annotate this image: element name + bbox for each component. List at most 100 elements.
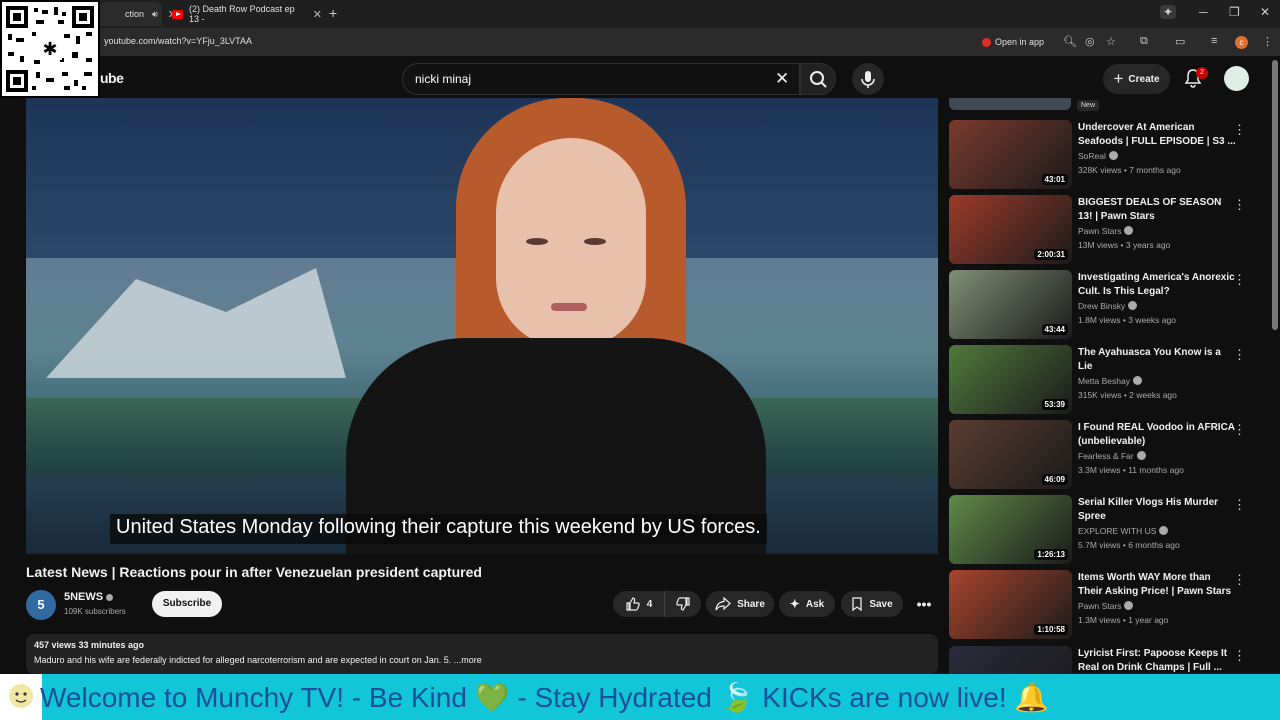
subscriber-count: 109K subscribers [64, 607, 126, 616]
video-thumbnail[interactable]: 43:01 [949, 120, 1072, 189]
speaker-icon[interactable]: 🔊︎ [152, 9, 158, 20]
video-player[interactable]: United States Monday following their cap… [26, 98, 938, 554]
close-tab-icon[interactable]: ✕ [313, 8, 322, 21]
recommended-video-card[interactable]: 53:39 The Ayahuasca You Know is a Lie Mett… [949, 345, 1249, 415]
mascot-icon [0, 674, 42, 720]
extensions-sparkle-icon[interactable]: ✦ [1160, 5, 1177, 19]
recommended-channel-name[interactable]: Drew Binsky [1078, 301, 1138, 311]
more-options-icon[interactable]: ⋮ [1233, 197, 1246, 213]
save-button[interactable]: Save [841, 591, 903, 617]
recommended-video-meta: 1.8M views • 3 weeks ago [1078, 315, 1176, 325]
tab-label: (2) Death Row Podcast ep 13 - [189, 4, 295, 24]
plus-icon: + [1113, 69, 1124, 88]
video-thumbnail[interactable]: 1:26:13 [949, 495, 1072, 564]
recommended-channel-name[interactable]: SoReal [1078, 151, 1118, 161]
maximize-icon[interactable]: ❐ [1229, 5, 1240, 19]
url-text[interactable]: youtube.com/watch?v=YFju_3LVTAA [104, 36, 252, 46]
more-options-icon[interactable]: ⋮ [1233, 497, 1246, 513]
recommended-video-card[interactable]: 43:01 Undercover At American Seafoods | F… [949, 120, 1249, 190]
video-thumbnail[interactable]: 46:09 [949, 420, 1072, 489]
channel-name[interactable]: 5NEWS [64, 591, 114, 603]
stream-ticker-banner: Welcome to Munchy TV! - Be Kind 💚 - Stay… [0, 674, 1280, 720]
minimize-icon[interactable]: ─ [1199, 5, 1208, 19]
video-thumbnail[interactable]: 2:00:31 [949, 195, 1072, 264]
description-box[interactable]: 457 views 33 minutes ago Maduro and his … [26, 634, 938, 674]
zoom-icon[interactable]: 🔍︎ [1063, 35, 1077, 48]
recommended-video-title[interactable]: The Ayahuasca You Know is a Lie [1078, 346, 1236, 374]
recommended-video-card[interactable]: 43:44 Investigating America's Anorexic Cu… [949, 270, 1249, 340]
youtube-logo[interactable]: ube [100, 70, 124, 86]
channel-avatar[interactable]: 5 [26, 590, 56, 620]
more-options-icon[interactable]: ⋮ [1233, 347, 1246, 363]
recommended-video-title[interactable]: I Found REAL Voodoo in AFRICA (unbelieva… [1078, 421, 1236, 449]
create-button[interactable]: + Create [1103, 64, 1170, 94]
video-thumbnail[interactable]: 43:44 [949, 270, 1072, 339]
open-in-app-button[interactable]: Open in app [982, 34, 1044, 50]
user-avatar[interactable] [1224, 66, 1249, 91]
new-tab-button[interactable]: + [329, 5, 337, 21]
recommended-channel-name[interactable]: Pawn Stars [1078, 601, 1134, 611]
recommended-video-card[interactable]: 1:10:58 Items Worth WAY More than Their A… [949, 570, 1249, 640]
menu-kebab-icon[interactable]: ⋮ [1262, 35, 1273, 48]
browser-tab-bar: ction 🔊︎ ✕ (2) Death Row Podcast ep 13 -… [0, 0, 1280, 28]
address-bar[interactable]: youtube.com/watch?v=YFju_3LVTAA Open in … [0, 28, 1280, 56]
recommended-channel-name[interactable]: Metta Beshay [1078, 376, 1142, 386]
share-button[interactable]: Share [706, 591, 774, 617]
more-actions-icon[interactable]: ••• [910, 591, 938, 617]
more-options-icon[interactable]: ⋮ [1233, 272, 1246, 288]
recommended-video-title[interactable]: Investigating America's Anorexic Cult. I… [1078, 271, 1236, 299]
recommended-video-meta: 3.3M views • 11 months ago [1078, 465, 1184, 475]
new-badge: New [1077, 100, 1100, 111]
recommended-video-card[interactable]: Lyricist First: Papoose Keeps It Real on… [949, 646, 1249, 674]
description-text[interactable]: Maduro and his wife are federally indict… [34, 655, 482, 665]
video-thumbnail[interactable] [949, 646, 1072, 674]
video-thumbnail[interactable]: 1:10:58 [949, 570, 1072, 639]
bookmark-star-icon[interactable]: ☆ [1106, 35, 1116, 48]
qr-code: ✱ [0, 0, 100, 98]
recommended-video-title[interactable]: Items Worth WAY More than Their Asking P… [1078, 571, 1236, 599]
media-control-icon[interactable]: ≡ [1211, 35, 1217, 47]
page-scrollbar[interactable] [1272, 60, 1278, 330]
recommended-video-card[interactable]: 1:26:13 Serial Killer Vlogs His Murder Sp… [949, 495, 1249, 565]
recommended-video-card[interactable]: 2:00:31 BIGGEST DEALS OF SEASON 13! | Paw… [949, 195, 1249, 265]
recommended-channel-name[interactable]: EXPLORE WITH US [1078, 526, 1169, 536]
verified-check-icon [1124, 226, 1134, 235]
more-options-icon[interactable]: ⋮ [1233, 572, 1246, 588]
recommended-video-title[interactable]: Lyricist First: Papoose Keeps It Real on… [1078, 647, 1236, 674]
recommended-video-title[interactable]: BIGGEST DEALS OF SEASON 13! | Pawn Stars [1078, 196, 1236, 224]
close-window-icon[interactable]: ✕ [1260, 5, 1270, 19]
verified-check-icon [1108, 151, 1118, 160]
browser-profile-avatar[interactable]: c [1235, 36, 1248, 49]
search-button[interactable] [800, 63, 836, 95]
ticker-text: Welcome to Munchy TV! - Be Kind 💚 - Stay… [40, 682, 1050, 713]
cast-icon[interactable]: ▭ [1175, 35, 1185, 48]
ask-button[interactable]: ✦ Ask [779, 591, 835, 617]
recommended-channel-name[interactable]: Pawn Stars [1078, 226, 1134, 236]
recommended-video-card[interactable]: 46:09 I Found REAL Voodoo in AFRICA (unbe… [949, 420, 1249, 490]
dislike-button[interactable] [665, 591, 701, 617]
browser-tab-active[interactable]: ction 🔊︎ ✕ [100, 2, 177, 26]
more-options-icon[interactable]: ⋮ [1233, 422, 1246, 438]
eye-off-icon[interactable]: ◎ [1085, 35, 1095, 48]
search-input[interactable]: nicki minaj [415, 72, 471, 86]
like-button[interactable]: 4 [613, 591, 665, 617]
partial-thumbnail[interactable] [949, 98, 1071, 110]
recommended-channel-name[interactable]: Fearless & Far [1078, 451, 1146, 461]
clear-search-icon[interactable]: ✕ [775, 69, 789, 89]
more-options-icon[interactable]: ⋮ [1233, 122, 1246, 138]
recommended-video-title[interactable]: Undercover At American Seafoods | FULL E… [1078, 121, 1236, 149]
browser-tab[interactable]: (2) Death Row Podcast ep 13 - ✕ [166, 2, 322, 26]
video-thumbnail[interactable]: 53:39 [949, 345, 1072, 414]
subscribe-button[interactable]: Subscribe [152, 591, 222, 617]
voice-search-button[interactable] [852, 63, 884, 95]
youtube-favicon-icon [172, 9, 184, 19]
search-box[interactable]: nicki minaj ✕ [402, 63, 800, 95]
more-options-icon[interactable]: ⋮ [1233, 648, 1246, 664]
recommendations-sidebar: New 43:01 Undercover At American Seafoods… [949, 98, 1269, 674]
recommended-video-meta: 315K views • 2 weeks ago [1078, 390, 1177, 400]
open-in-app-label: Open in app [995, 37, 1045, 47]
recommended-video-title[interactable]: Serial Killer Vlogs His Murder Spree [1078, 496, 1236, 524]
sparkle-icon: ✦ [789, 597, 800, 611]
extensions-icon[interactable]: ⧉ [1140, 35, 1148, 48]
video-anchor-eye [584, 238, 606, 245]
